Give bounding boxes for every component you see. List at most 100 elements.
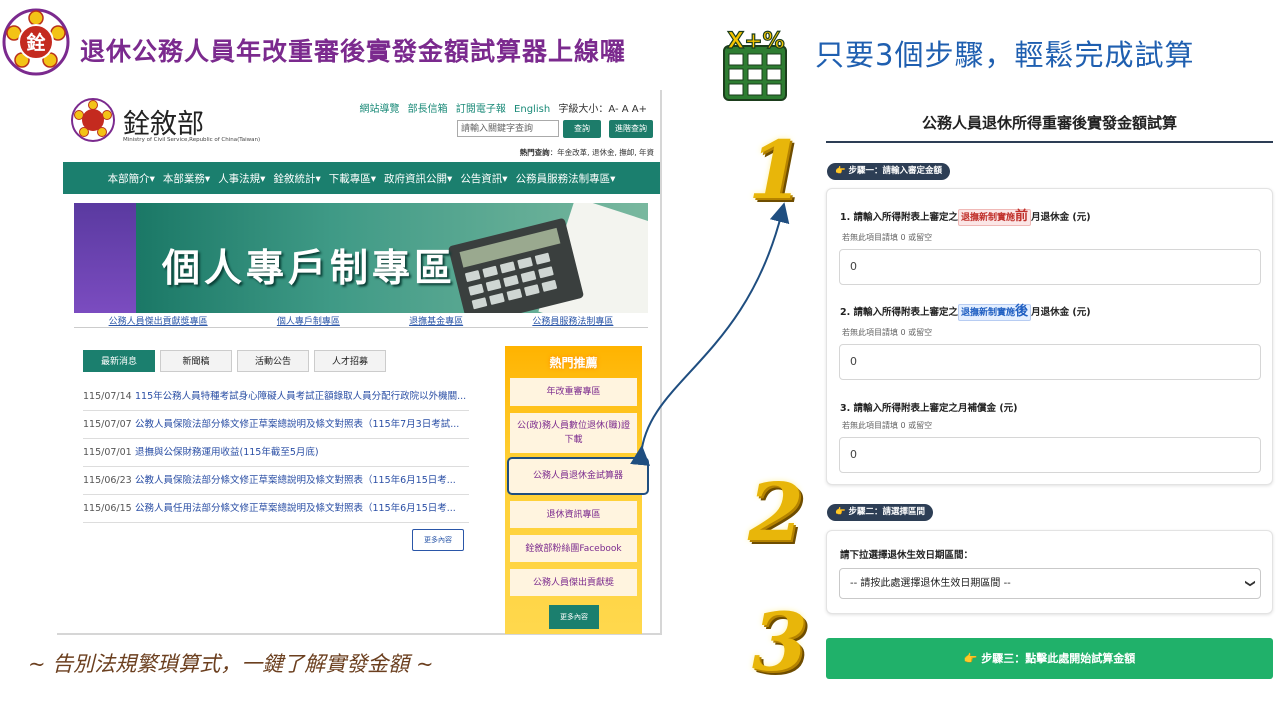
nav-item-regulations[interactable]: 人事法規▾ (218, 171, 265, 186)
list-item[interactable]: 115/06/15 公務人員任用法部分條文修正草案總說明及條文對照表（115年6月… (83, 495, 469, 523)
hot-more-button[interactable]: 更多內容 (549, 605, 599, 629)
after-tag-text: 退撫新制實施 (961, 308, 1016, 318)
top-link-sitemap[interactable]: 網站導覽 (359, 104, 399, 115)
hot-recommend-panel: 熱門推薦 年改重審專區 公(政)務人員數位退休(職)證下載 公務人員退休金試算器… (505, 346, 649, 634)
tab-events[interactable]: 活動公告 (237, 350, 309, 372)
hero-link-personal-account[interactable]: 個人專戶制專區 (277, 314, 340, 328)
start-calculation-button[interactable]: 👉 步驟三：點擊此處開始試算金額 (826, 638, 1273, 679)
site-search-input[interactable]: 請輸入關鍵字查詢 (457, 120, 559, 137)
field2-label: 2. 請輸入所得附表上審定之 退撫新制實施後 月退休金 (元) (840, 304, 1091, 321)
top-link-mailbox[interactable]: 部長信箱 (408, 104, 448, 115)
list-item[interactable]: 115/07/01 退撫與公保財務運用收益(115年截至5月底) (83, 439, 469, 467)
retirement-date-select[interactable]: -- 請按此處選擇退休生效日期區間 -- ❯ (839, 568, 1261, 599)
nav-item-gov-info[interactable]: 政府資訊公開▾ (384, 171, 452, 186)
site-name: 銓敘部 (123, 109, 204, 140)
step-number-2: 2 (748, 465, 804, 559)
tab-latest-news[interactable]: 最新消息 (83, 350, 155, 372)
news-tabs: 最新消息 新聞稿 活動公告 人才招募 (83, 350, 386, 372)
divider (826, 141, 1273, 143)
before-tag: 退撫新制實施前 (958, 209, 1032, 226)
hero-link-civil-service-law[interactable]: 公務員服務法制專區 (532, 314, 613, 328)
news-title[interactable]: 公教人員保險法部分條文修正草案總說明及條文對照表（115年6月15日考... (135, 475, 456, 486)
site-logo-icon[interactable] (71, 98, 115, 142)
list-item[interactable]: 115/07/07 公教人員保險法部分條文修正草案總說明及條文對照表（115年7月… (83, 411, 469, 439)
hot-recommend-title: 熱門推薦 (549, 356, 598, 370)
hero-text: 個人專戶制專區 (162, 246, 457, 290)
list-item[interactable]: 115/07/14 115年公務人員特種考試身心障礙人員考試正額錄取人員分配行政院… (83, 383, 469, 411)
field2-label-pre: 2. 請輸入所得附表上審定之 (840, 307, 959, 318)
news-date: 115/06/15 (83, 503, 132, 514)
font-size-control[interactable]: 字級大小：A- A A+ (558, 104, 647, 115)
tab-press-release[interactable]: 新聞稿 (160, 350, 232, 372)
site-search-button[interactable]: 查詢 (563, 120, 601, 138)
ministry-logo-icon: 銓 (2, 8, 70, 76)
news-date: 115/07/07 (83, 419, 132, 430)
hot-item-facebook[interactable]: 銓敘部粉絲團Facebook (510, 535, 637, 562)
banner-subtitle: 只要3個步驟，輕鬆完成試算 (815, 38, 1195, 72)
hero-link-row: 公務人員傑出貢獻獎專區 個人專戶制專區 退撫基金專區 公務員服務法制專區 (74, 314, 648, 328)
top-links: 網站導覽 部長信箱 訂閱電子報 English 字級大小：A- A A+ (354, 100, 647, 115)
step-number-3: 3 (752, 595, 808, 689)
step2-card: 請下拉選擇退休生效日期區間： -- 請按此處選擇退休生效日期區間 -- ❯ (826, 530, 1273, 614)
compensation-input[interactable]: 0 (839, 437, 1261, 473)
divider (74, 327, 648, 328)
nav-item-business[interactable]: 本部業務▾ (163, 171, 210, 186)
hero-banner[interactable]: 個人專戶制專區 (74, 203, 648, 313)
step1-badge: 👉 步驟一：請輸入審定金額 (827, 163, 951, 180)
news-title[interactable]: 公務人員任用法部分條文修正草案總說明及條文對照表（115年6月15日考... (135, 503, 456, 514)
hot-search-label: 熱門查詢 (519, 148, 550, 157)
website-screenshot: 銓敘部 Ministry of Civil Service,Republic o… (57, 90, 662, 635)
field1-label-pre: 1. 請輸入所得附表上審定之 (840, 212, 959, 223)
logo-char: 銓 (26, 31, 45, 54)
hot-item-digital-retirement-card[interactable]: 公(政)務人員數位退休(職)證下載 (510, 413, 637, 453)
before-tag-text: 退撫新制實施 (961, 213, 1016, 223)
news-date: 115/07/14 (83, 391, 132, 402)
hot-item-pension-calculator[interactable]: 公務人員退休金試算器 (507, 457, 649, 495)
site-english-name: Ministry of Civil Service,Republic of Ch… (123, 137, 261, 143)
step2-badge: 👉 步驟二：請選擇區間 (827, 504, 934, 521)
news-title[interactable]: 115年公務人員特種考試身心障礙人員考試正額錄取人員分配行政院以外機關... (135, 391, 466, 402)
top-link-newsletter[interactable]: 訂閱電子報 (456, 104, 506, 115)
advanced-search-button[interactable]: 進階查詢 (609, 120, 653, 138)
slide: 銓 退休公務人員年改重審後實發金額試算器上線囉 X+% 只要3個步驟，輕鬆完成試… (0, 0, 1280, 720)
nav-item-statistics[interactable]: 銓敘統計▾ (273, 171, 320, 186)
tab-recruitment[interactable]: 人才招募 (314, 350, 386, 372)
slogan: ~ 告別法規繁瑣算式，一鍵了解實發金額 ~ (28, 652, 434, 676)
news-title[interactable]: 退撫與公保財務運用收益(115年截至5月底) (135, 447, 319, 458)
nav-item-announcements[interactable]: 公告資訊▾ (460, 171, 507, 186)
top-link-english[interactable]: English (514, 104, 550, 115)
pre-reform-pension-input[interactable]: 0 (839, 249, 1261, 285)
hot-item-retirement-info[interactable]: 退休資訊專區 (510, 501, 637, 528)
hero-side-panel (74, 203, 136, 313)
hot-search-terms[interactable]: ：年金改革, 退休金, 撫卹, 年資 (550, 148, 654, 157)
step-number-1: 1 (748, 123, 804, 217)
news-date: 115/06/23 (83, 475, 132, 486)
field1-label-post: 月退休金 (元) (1031, 212, 1091, 223)
post-reform-pension-input[interactable]: 0 (839, 344, 1261, 380)
hot-item-pension-review[interactable]: 年改重審專區 (510, 378, 637, 406)
news-more-button[interactable]: 更多內容 (412, 529, 464, 551)
field1-label: 1. 請輸入所得附表上審定之 退撫新制實施前 月退休金 (元) (840, 209, 1091, 226)
nav-item-downloads[interactable]: 下載專區▾ (329, 171, 376, 186)
field2-label-post: 月退休金 (元) (1031, 307, 1091, 318)
select-label: 請下拉選擇退休生效日期區間： (840, 550, 974, 561)
nav-item-about[interactable]: 本部簡介▾ (108, 171, 155, 186)
step1-card: 1. 請輸入所得附表上審定之 退撫新制實施前 月退休金 (元) 若無此項目請填 0 … (826, 188, 1273, 485)
after-tag-emph: 後 (1015, 304, 1029, 319)
news-title[interactable]: 公教人員保險法部分條文修正草案總說明及條文對照表（115年7月3日考試... (135, 419, 459, 430)
hero-calculator-graphic (447, 217, 585, 313)
list-item[interactable]: 115/06/23 公教人員保險法部分條文修正草案總說明及條文對照表（115年6月… (83, 467, 469, 495)
news-date: 115/07/01 (83, 447, 132, 458)
hot-search: 熱門查詢：年金改革, 退休金, 撫卹, 年資 (520, 147, 654, 158)
chevron-down-icon: ❯ (1244, 579, 1256, 588)
field3-label: 3. 請輸入所得附表上審定之月補償金 (元) (840, 403, 1018, 414)
select-value: -- 請按此處選擇退休生效日期區間 -- (850, 578, 1011, 589)
banner-title: 退休公務人員年改重審後實發金額試算器上線囉 (80, 37, 627, 66)
hero-link-contribution-award[interactable]: 公務人員傑出貢獻獎專區 (109, 314, 208, 328)
news-list: 115/07/14 115年公務人員特種考試身心障礙人員考試正額錄取人員分配行政院… (83, 383, 469, 523)
hot-item-contribution-award[interactable]: 公務人員傑出貢獻獎 (510, 569, 637, 596)
nav-item-civil-service-law[interactable]: 公務員服務法制專區▾ (516, 171, 616, 186)
hero-link-pension-fund[interactable]: 退撫基金專區 (409, 314, 463, 328)
before-tag-emph: 前 (1015, 209, 1029, 224)
field2-hint: 若無此項目請填 0 或留空 (842, 328, 933, 337)
